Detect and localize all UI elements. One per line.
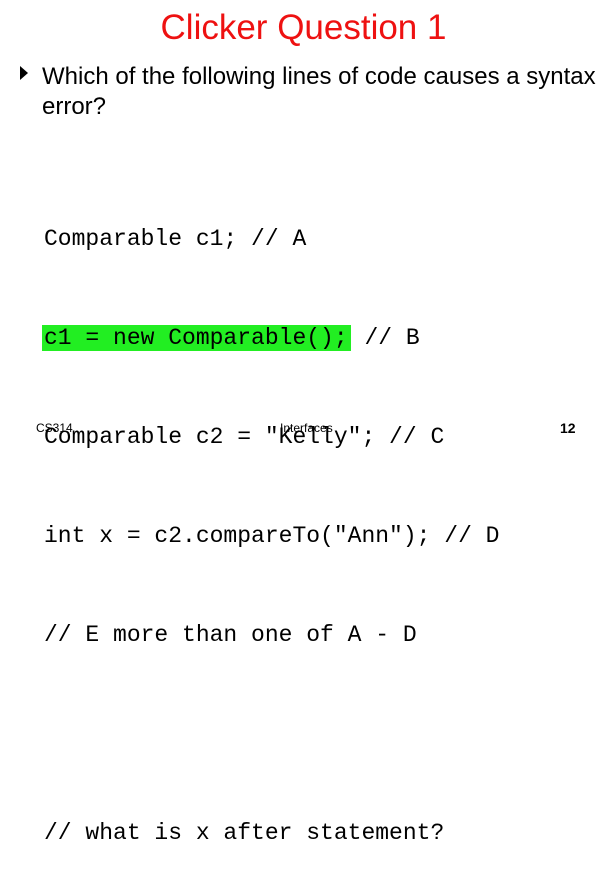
- footer-page-number: 12: [560, 420, 576, 436]
- code-line-c: Comparable c2 = "Kelly"; // C: [44, 424, 445, 450]
- code-line-e: // E more than one of A - D: [44, 622, 417, 648]
- footer-topic: Interfaces: [280, 421, 333, 435]
- footer-course: CS314: [36, 421, 73, 435]
- highlighted-code: c1 = new Comparable();: [42, 325, 351, 351]
- code-line-a: Comparable c1; // A: [44, 226, 307, 252]
- code-line-question: // what is x after statement?: [44, 820, 445, 846]
- code-comment-b: // B: [350, 325, 420, 351]
- question-text: Which of the following lines of code cau…: [42, 63, 596, 120]
- code-spacer: [44, 718, 499, 751]
- bullet-triangle-icon: [20, 66, 28, 80]
- code-block: Comparable c1; // A c1 = new Comparable(…: [42, 157, 500, 883]
- slide-title: Clicker Question 1: [160, 8, 447, 47]
- code-line-b: c1 = new Comparable(); // B: [42, 322, 499, 355]
- code-line-d: int x = c2.compareTo("Ann"); // D: [44, 523, 500, 549]
